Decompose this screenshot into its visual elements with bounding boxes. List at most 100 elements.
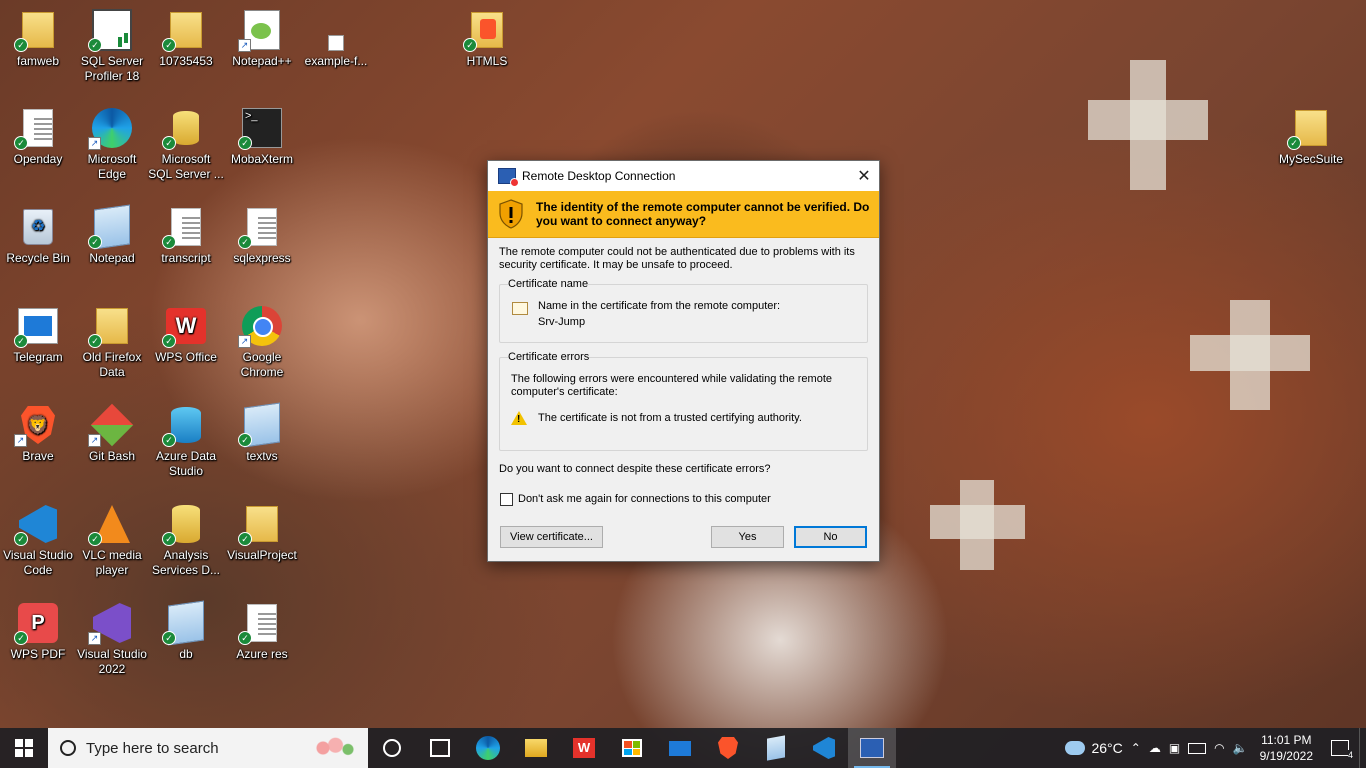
volume-tray[interactable]: 🔈: [1229, 728, 1252, 768]
desktop-icon-sql-profiler[interactable]: ✓ SQL Server Profiler 18: [74, 9, 150, 84]
taskbar-edge[interactable]: [464, 728, 512, 768]
task-view-button[interactable]: [416, 728, 464, 768]
desktop-icon-sql-server[interactable]: ✓ Microsoft SQL Server ...: [148, 108, 224, 182]
taskbar-wps[interactable]: W: [560, 728, 608, 768]
yes-button[interactable]: Yes: [711, 526, 784, 548]
desktop-icon-sqlexpress[interactable]: ✓ sqlexpress: [224, 207, 300, 266]
desktop-icon-textvs[interactable]: ✓ textvs: [224, 402, 300, 464]
notepad-icon: [767, 735, 785, 761]
dont-ask-checkbox-row[interactable]: Don't ask me again for connections to th…: [500, 493, 771, 506]
sync-check-icon: ✓: [162, 532, 176, 546]
sync-check-icon: ✓: [88, 38, 102, 52]
remote-desktop-dialog: Remote Desktop Connection ✕ The identity…: [487, 160, 880, 562]
sync-check-icon: ✓: [238, 136, 252, 150]
desktop-icon-htmls[interactable]: ✓ HTMLS: [449, 10, 525, 69]
sync-check-icon: ✓: [162, 433, 176, 447]
group-title: Certificate errors: [508, 351, 590, 363]
taskbar-remote-desktop[interactable]: [848, 728, 896, 768]
brave-icon: [718, 737, 738, 759]
dialog-titlebar[interactable]: Remote Desktop Connection ✕: [488, 161, 879, 191]
desktop-icon-recycle-bin[interactable]: ♻ Recycle Bin: [0, 207, 76, 266]
shortcut-arrow-icon: ↗: [238, 335, 251, 348]
start-button[interactable]: [0, 728, 48, 768]
desktop-icon-visualproject[interactable]: ✓ VisualProject: [224, 504, 300, 563]
desktop-icon-edge[interactable]: ↗ Microsoft Edge: [74, 108, 150, 182]
taskbar-store[interactable]: [608, 728, 656, 768]
notification-center-button[interactable]: 4: [1321, 728, 1359, 768]
desktop-icon-transcript[interactable]: ✓ transcript: [148, 207, 224, 266]
battery-tray[interactable]: [1184, 728, 1210, 768]
edge-icon: [476, 736, 500, 760]
sync-check-icon: ✓: [14, 631, 28, 645]
notification-icon: [1331, 740, 1349, 756]
desktop-icon-azure-res[interactable]: ✓ Azure res: [224, 603, 300, 662]
desktop-icon-vlc[interactable]: ✓ VLC media player: [74, 504, 150, 578]
store-icon: [622, 739, 642, 757]
taskbar-notepad[interactable]: [752, 728, 800, 768]
battery-icon: [1188, 742, 1207, 754]
dont-ask-label: Don't ask me again for connections to th…: [518, 493, 771, 505]
desktop-icon-visual-studio-2022[interactable]: ↗ Visual Studio 2022: [74, 603, 150, 677]
close-icon: ✕: [857, 168, 871, 185]
dont-ask-checkbox[interactable]: [500, 493, 513, 506]
desktop-icon-10735453[interactable]: ✓ 10735453: [148, 10, 224, 69]
desktop-icon-vscode[interactable]: ✓ Visual Studio Code: [0, 504, 76, 578]
taskbar-brave[interactable]: [704, 728, 752, 768]
cortana-button[interactable]: [368, 728, 416, 768]
desktop-icon-wps-office[interactable]: W ✓ WPS Office: [148, 306, 224, 365]
windows-logo-icon: [15, 739, 33, 757]
desktop-icon-azure-data-studio[interactable]: ✓ Azure Data Studio: [148, 405, 224, 479]
cert-errors-intro: The following errors were encountered wh…: [511, 373, 833, 398]
speaker-icon: 🔈: [1232, 741, 1248, 755]
view-certificate-button[interactable]: View certificate...: [500, 526, 603, 548]
desktop-icon-git-bash[interactable]: ↗ Git Bash: [74, 403, 150, 464]
meet-now-tray[interactable]: ▣: [1165, 728, 1184, 768]
chevron-up-icon: ⌃: [1130, 741, 1141, 755]
show-hidden-icons-button[interactable]: ⌃: [1127, 728, 1145, 768]
desktop-icon-example-file[interactable]: example-f...: [298, 10, 374, 69]
close-button[interactable]: ✕: [849, 161, 879, 191]
search-box[interactable]: Type here to search: [48, 728, 368, 768]
mail-icon: [669, 740, 691, 756]
sync-check-icon: ✓: [238, 433, 252, 447]
task-view-icon: [430, 739, 450, 757]
desktop-icon-old-firefox-data[interactable]: ✓ Old Firefox Data: [74, 306, 150, 380]
sync-check-icon: ✓: [238, 532, 252, 546]
wifi-tray[interactable]: ◠: [1210, 728, 1228, 768]
show-desktop-button[interactable]: [1359, 728, 1366, 768]
taskbar-file-explorer[interactable]: [512, 728, 560, 768]
wifi-icon: ◠: [1214, 741, 1225, 755]
shield-warning-icon: [498, 199, 524, 229]
onedrive-tray[interactable]: ☁: [1145, 728, 1165, 768]
desktop-icon-notepadpp[interactable]: ↗ Notepad++: [224, 10, 300, 69]
desktop-icon-mysecsuite[interactable]: ✓ MySecSuite: [1273, 108, 1349, 167]
certificate-name-group: Certificate name Name in the certificate…: [499, 278, 868, 343]
shortcut-arrow-icon: ↗: [14, 434, 27, 447]
desktop-icon-openday[interactable]: ✓ Openday: [0, 108, 76, 167]
sync-check-icon: ✓: [238, 235, 252, 249]
system-tray: 26°C ⌃ ☁ ▣ ◠ 🔈 11:01 PM 9/19/2022 4: [1061, 728, 1366, 768]
cert-name-label: Name in the certificate from the remote …: [538, 300, 781, 312]
sync-check-icon: ✓: [88, 235, 102, 249]
desktop-icon-brave[interactable]: 🦁 ↗ Brave: [0, 405, 76, 464]
desktop-icon-famweb[interactable]: ✓ famweb: [0, 10, 76, 69]
desktop-icon-mobaxterm[interactable]: >_ ✓ MobaXterm: [224, 108, 300, 167]
taskbar-vscode[interactable]: [800, 728, 848, 768]
sync-check-icon: ✓: [162, 38, 176, 52]
desktop-icon-analysis-services[interactable]: ✓ Analysis Services D...: [148, 504, 224, 578]
sync-check-icon: ✓: [1287, 136, 1301, 150]
clock[interactable]: 11:01 PM 9/19/2022: [1252, 732, 1321, 764]
desktop-icon-db[interactable]: ✓ db: [148, 600, 224, 662]
desktop-icon-wps-pdf[interactable]: P ✓ WPS PDF: [0, 603, 76, 662]
question-text: Do you want to connect despite these cer…: [499, 463, 771, 475]
desktop-icon-chrome[interactable]: ↗ Google Chrome: [224, 306, 300, 380]
desktop-icon-telegram[interactable]: ✓ Telegram: [0, 306, 76, 365]
camera-icon: ▣: [1168, 741, 1181, 755]
certificate-icon: [512, 302, 528, 315]
taskbar-mail[interactable]: [656, 728, 704, 768]
no-button[interactable]: No: [794, 526, 867, 548]
cert-error-item: The certificate is not from a trusted ce…: [538, 412, 802, 424]
sync-check-icon: ✓: [162, 334, 176, 348]
desktop-icon-notepad[interactable]: ✓ Notepad: [74, 204, 150, 266]
weather-widget[interactable]: 26°C: [1061, 728, 1126, 768]
